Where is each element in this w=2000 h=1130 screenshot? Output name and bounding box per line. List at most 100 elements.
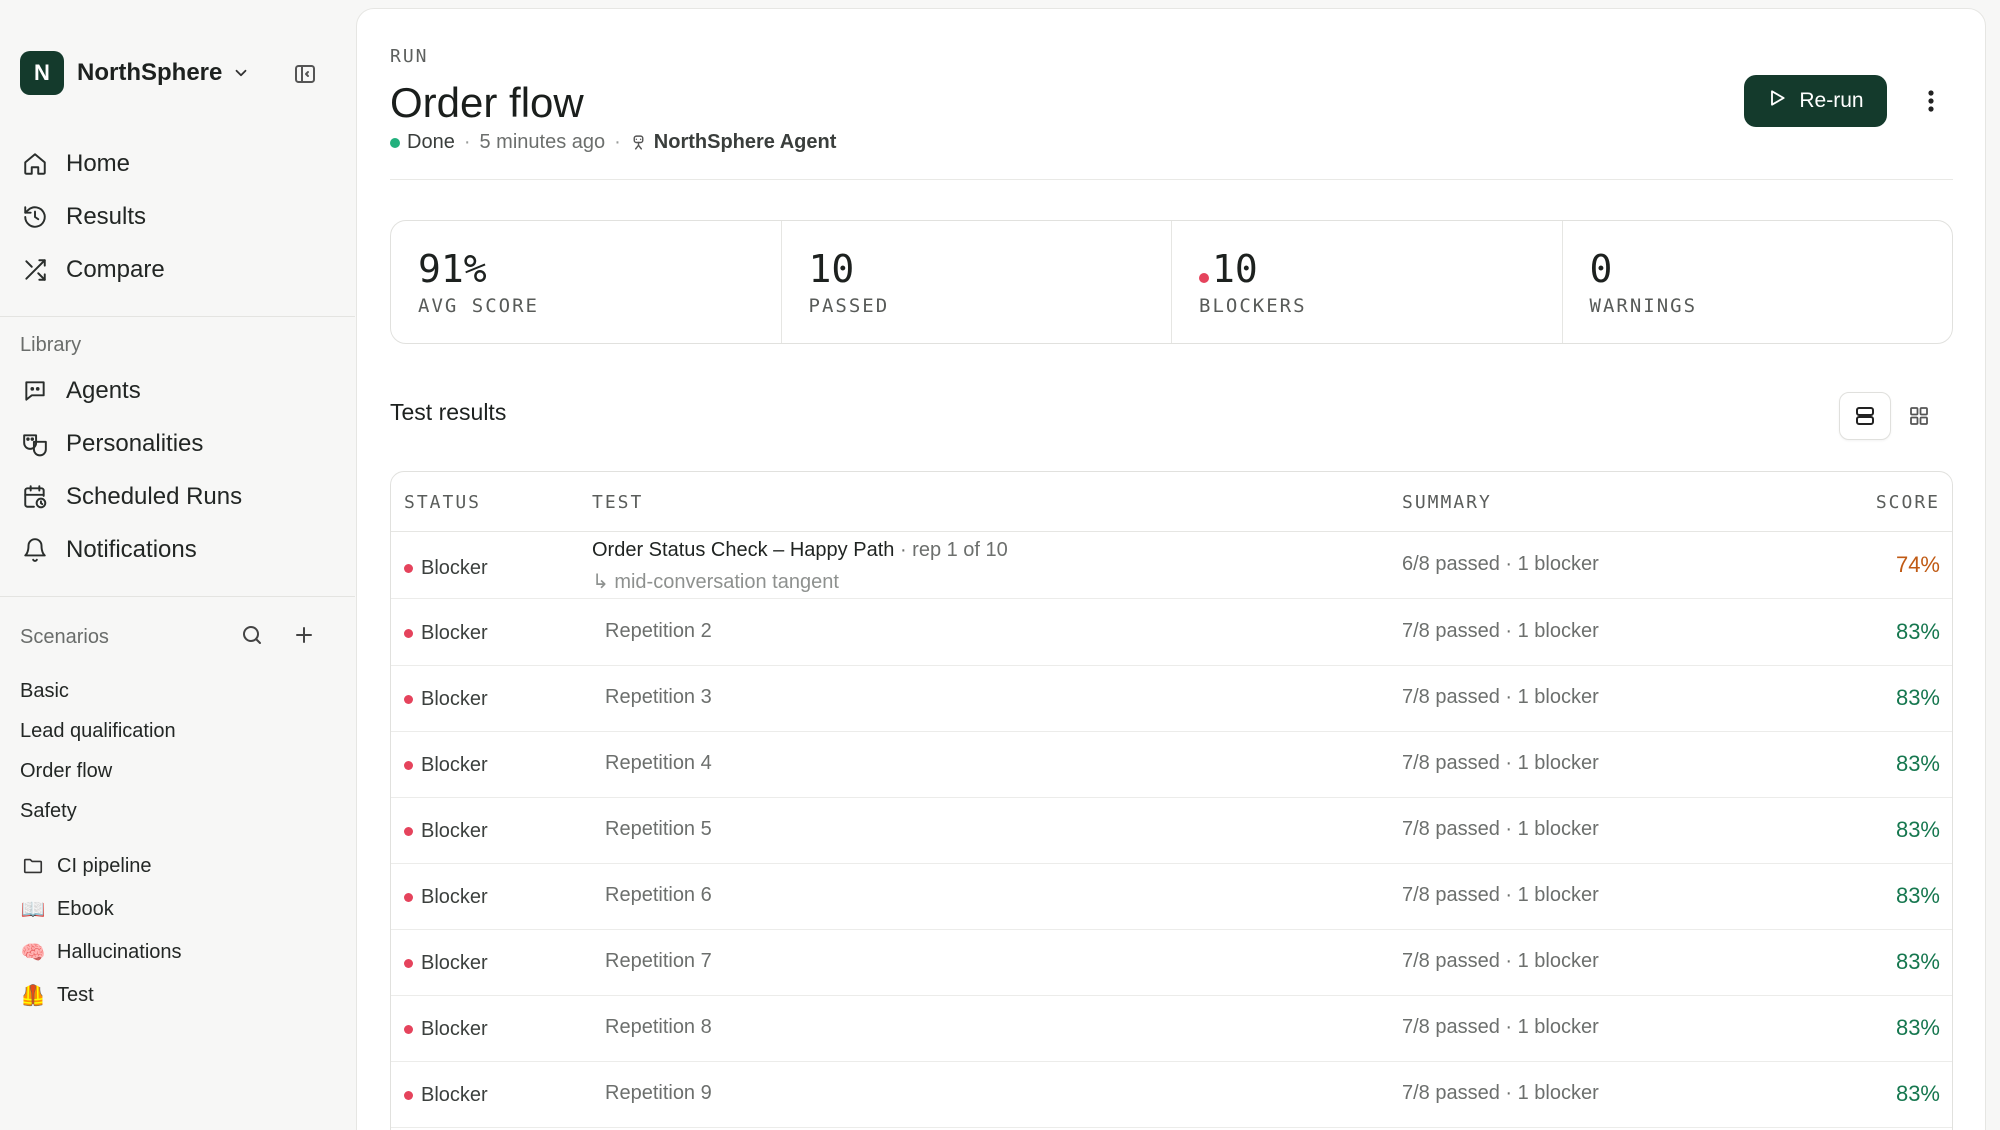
blocker-dot [404,893,413,902]
separator: · [614,131,621,153]
brain-icon: 🧠 [20,941,46,964]
table-row[interactable]: Blocker Repetition 3 7/8 passed · 1 blocke… [391,666,1952,732]
search-icon[interactable] [238,621,266,649]
table-row[interactable]: Blocker Order Status Check – Happy Path … [391,533,1952,599]
sidebar-divider [0,596,355,597]
blocker-dot [404,564,413,573]
score-cell: 83% [1895,1081,1940,1106]
table-row[interactable]: Blocker Repetition 9 7/8 passed · 1 blocke… [391,1062,1952,1128]
workspace-name: NorthSphere [77,59,223,86]
bell-icon [20,535,50,565]
column-header-summary[interactable]: SUMMARY [1402,492,1492,513]
column-header-score[interactable]: SCORE [1876,492,1940,513]
nav-item-label: Compare [66,256,165,283]
stat-value: 91% [418,247,487,291]
folder-item-test[interactable]: 🦺 Test [20,980,94,1010]
table-row[interactable]: Blocker Repetition 8 7/8 passed · 1 blocke… [391,996,1952,1062]
test-name: Order Status Check – Happy Path [592,539,895,561]
folder-label: Test [57,983,94,1006]
folder-label: CI pipeline [57,854,152,877]
table-row[interactable]: Blocker Repetition 2 7/8 passed · 1 blocke… [391,600,1952,666]
folder-item-hallucinations[interactable]: 🧠 Hallucinations [20,937,182,967]
rerun-button[interactable]: Re-run [1744,75,1887,127]
test-cell: Repetition 8 [605,1016,712,1038]
stat-passed: 10 PASSED [780,221,1172,343]
nav-item-personalities[interactable]: Personalities [20,424,203,464]
nav-item-home[interactable]: Home [20,144,130,184]
stat-label: BLOCKERS [1199,295,1307,317]
scenario-item[interactable]: Lead qualification [20,720,176,743]
stat-label: PASSED [808,295,890,317]
rerun-label: Re-run [1799,89,1864,112]
score-cell: 83% [1895,817,1940,842]
summary-cell: 7/8 passed · 1 blocker [1402,818,1599,840]
status-label: Blocker [421,1018,488,1040]
status-label: Blocker [421,754,488,776]
nav-item-compare[interactable]: Compare [20,250,165,290]
test-cell: Repetition 3 [605,686,712,708]
folder-item-ci-pipeline[interactable]: CI pipeline [20,851,152,881]
table-row[interactable]: Blocker Repetition 6 7/8 passed · 1 blocke… [391,864,1952,930]
table-row[interactable]: Blocker Repetition 7 7/8 passed · 1 blocke… [391,930,1952,996]
test-cell: Repetition 6 [605,884,712,906]
workspace-logo: N [20,51,64,95]
status-cell: Blocker [404,557,488,580]
nav-item-scheduled-runs[interactable]: Scheduled Runs [20,477,242,517]
test-rep: · rep 1 of 10 [899,539,1008,561]
add-scenario-icon[interactable] [290,621,318,649]
stat-value: 10 [808,247,855,291]
column-header-status[interactable]: STATUS [404,492,481,513]
nav-item-agents[interactable]: Agents [20,371,141,411]
blocker-dot [404,827,413,836]
folder-label: Ebook [57,897,114,920]
summary-cell: 7/8 passed · 1 blocker [1402,1082,1599,1104]
score-cell: 83% [1895,883,1940,908]
summary-cell: 7/8 passed · 1 blocker [1402,752,1599,774]
summary-cell: 7/8 passed · 1 blocker [1402,620,1599,642]
blocker-dot [1199,273,1209,283]
scenario-item[interactable]: Basic [20,680,69,703]
status-label: Blocker [421,820,488,842]
nav-item-label: Scheduled Runs [66,483,243,510]
sidebar-toggle-icon[interactable] [291,60,319,88]
run-status: Done [407,131,455,153]
workspace-switcher[interactable]: N NorthSphere [20,51,250,95]
status-cell: Blocker [404,754,488,777]
more-vertical-icon[interactable] [1917,87,1945,115]
summary-cell: 6/8 passed · 1 blocker [1402,553,1599,575]
test-cell: Repetition 7 [605,950,712,972]
nav-item-results[interactable]: Results [20,197,146,237]
blocker-dot [404,1091,413,1100]
score-cell: 83% [1895,1015,1940,1040]
test-cell: Repetition 5 [605,818,712,840]
play-icon [1767,88,1787,114]
book-icon: 📖 [20,898,46,921]
separator: · [463,131,471,153]
test-results-heading: Test results [390,399,507,425]
table-row[interactable]: Blocker Repetition 5 7/8 passed · 1 blocke… [391,798,1952,864]
run-agent[interactable]: NorthSphere Agent [654,131,837,154]
sidebar: N NorthSphere Home Results Compare Libra… [0,0,355,1130]
stats-card: 91% AVG SCORE 10 PASSED 10 BLOCKERS 0 WA… [390,220,1953,344]
blocker-dot [404,761,413,770]
nav-item-notifications[interactable]: Notifications [20,530,197,570]
folder-item-ebook[interactable]: 📖 Ebook [20,894,114,924]
test-cell: Repetition 2 [605,620,712,642]
nav-item-label: Results [66,203,147,230]
table-row[interactable]: Blocker Repetition 4 7/8 passed · 1 blocke… [391,732,1952,798]
grid-view-icon[interactable] [1893,392,1945,440]
list-view-icon[interactable] [1839,392,1891,440]
stat-value: 10 [1212,247,1258,291]
scenario-item[interactable]: Safety [20,800,77,823]
column-header-test[interactable]: TEST [592,492,643,513]
status-label: Blocker [421,886,488,908]
chat-bot-icon [20,376,50,406]
score-cell: 83% [1895,751,1940,776]
nav-item-label: Personalities [66,430,204,457]
nav-item-label: Notifications [66,536,197,563]
results-table: STATUS TEST SUMMARY SCORE Blocker Order … [390,471,1953,1130]
scenario-item[interactable]: Order flow [20,760,112,783]
status-cell: Blocker [404,886,488,909]
calendar-clock-icon [20,482,50,512]
summary-cell: 7/8 passed · 1 blocker [1402,950,1599,972]
